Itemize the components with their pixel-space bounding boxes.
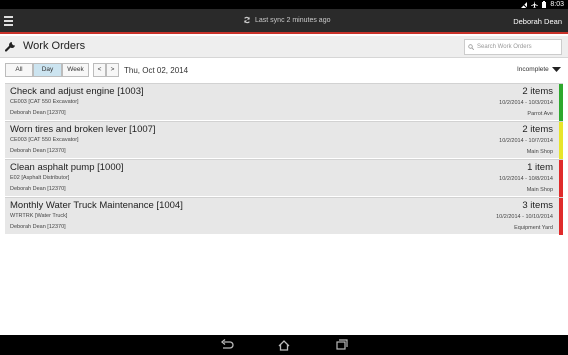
work-order-assignee: Deborah Dean [12370] (10, 148, 66, 154)
wrench-icon (5, 42, 15, 52)
back-icon[interactable] (220, 339, 234, 351)
battery-icon (542, 1, 547, 8)
airplane-mode-icon (531, 1, 539, 8)
work-order-assignee: Deborah Dean [12370] (10, 110, 66, 116)
work-order-title: Clean asphalt pump [1000] (10, 162, 124, 173)
home-icon[interactable] (277, 339, 291, 351)
work-order-title: Monthly Water Truck Maintenance [1004] (10, 200, 183, 211)
app-bar: Last sync 2 minutes ago Deborah Dean (0, 9, 568, 34)
sync-text: Last sync 2 minutes ago (255, 16, 331, 24)
work-order-row[interactable]: Clean asphalt pump [1000] E02 [Asphalt D… (5, 159, 563, 197)
current-date: Thu, Oct 02, 2014 (124, 66, 189, 75)
work-order-list: Check and adjust engine [1003] CE003 [CA… (5, 83, 563, 235)
next-date-button[interactable]: > (106, 63, 119, 77)
user-name[interactable]: Deborah Dean (513, 17, 562, 26)
work-order-date-range: 10/2/2014 - 10/10/2014 (496, 214, 553, 220)
search-input[interactable]: Search Work Orders (464, 39, 562, 55)
work-order-equipment: WTRTRK [Water Truck] (10, 213, 68, 219)
work-order-item-count: 2 items (522, 124, 553, 135)
recent-apps-icon[interactable] (334, 339, 348, 351)
navigation-bar (0, 335, 568, 355)
work-order-location: Parrot Ave (527, 111, 553, 117)
status-indicator-bar (559, 198, 563, 235)
sync-status: Last sync 2 minutes ago (243, 16, 331, 24)
work-order-location: Main Shop (526, 187, 553, 193)
search-placeholder: Search Work Orders (477, 44, 532, 50)
work-order-assignee: Deborah Dean [12370] (10, 224, 66, 230)
status-time: 8:03 (550, 1, 564, 8)
status-indicator-bar (559, 84, 563, 121)
view-all-button[interactable]: All (5, 63, 33, 77)
work-order-equipment: E02 [Asphalt Distributor] (10, 175, 70, 181)
status-filter-value: Incomplete (517, 66, 549, 73)
work-order-row[interactable]: Monthly Water Truck Maintenance [1004] W… (5, 197, 563, 235)
status-indicator-bar (559, 160, 563, 197)
work-order-row[interactable]: Check and adjust engine [1003] CE003 [CA… (5, 83, 563, 121)
work-order-item-count: 3 items (522, 200, 553, 211)
view-day-button[interactable]: Day (33, 63, 62, 77)
work-order-location: Equipment Yard (514, 225, 553, 231)
work-order-title: Worn tires and broken lever [1007] (10, 124, 156, 135)
work-order-item-count: 2 items (522, 86, 553, 97)
work-order-row[interactable]: Worn tires and broken lever [1007] CE003… (5, 121, 563, 159)
status-indicator-bar (559, 122, 563, 159)
work-order-equipment: CE003 [CAT 550 Excavator] (10, 99, 79, 105)
work-order-date-range: 10/2/2014 - 10/3/2014 (499, 100, 553, 106)
work-order-location: Main Shop (526, 149, 553, 155)
caret-down-icon (551, 67, 561, 72)
view-week-button[interactable]: Week (62, 63, 89, 77)
signal-off-icon (521, 1, 528, 8)
work-order-assignee: Deborah Dean [12370] (10, 186, 66, 192)
search-icon (468, 44, 474, 50)
work-order-title: Check and adjust engine [1003] (10, 86, 144, 97)
work-order-date-range: 10/2/2014 - 10/7/2014 (499, 138, 553, 144)
date-toolbar: All Day Week < > Thu, Oct 02, 2014 Incom… (0, 60, 568, 80)
work-order-date-range: 10/2/2014 - 10/8/2014 (499, 176, 553, 182)
sync-icon[interactable] (243, 16, 251, 24)
page-header: Work Orders Search Work Orders (0, 36, 568, 58)
page-title: Work Orders (23, 40, 86, 52)
menu-icon[interactable] (4, 16, 13, 26)
previous-date-button[interactable]: < (93, 63, 106, 77)
work-order-equipment: CE003 [CAT 550 Excavator] (10, 137, 79, 143)
work-order-item-count: 1 item (527, 162, 553, 173)
status-filter-dropdown[interactable]: Incomplete (517, 66, 561, 73)
status-bar: 8:03 (0, 0, 568, 9)
